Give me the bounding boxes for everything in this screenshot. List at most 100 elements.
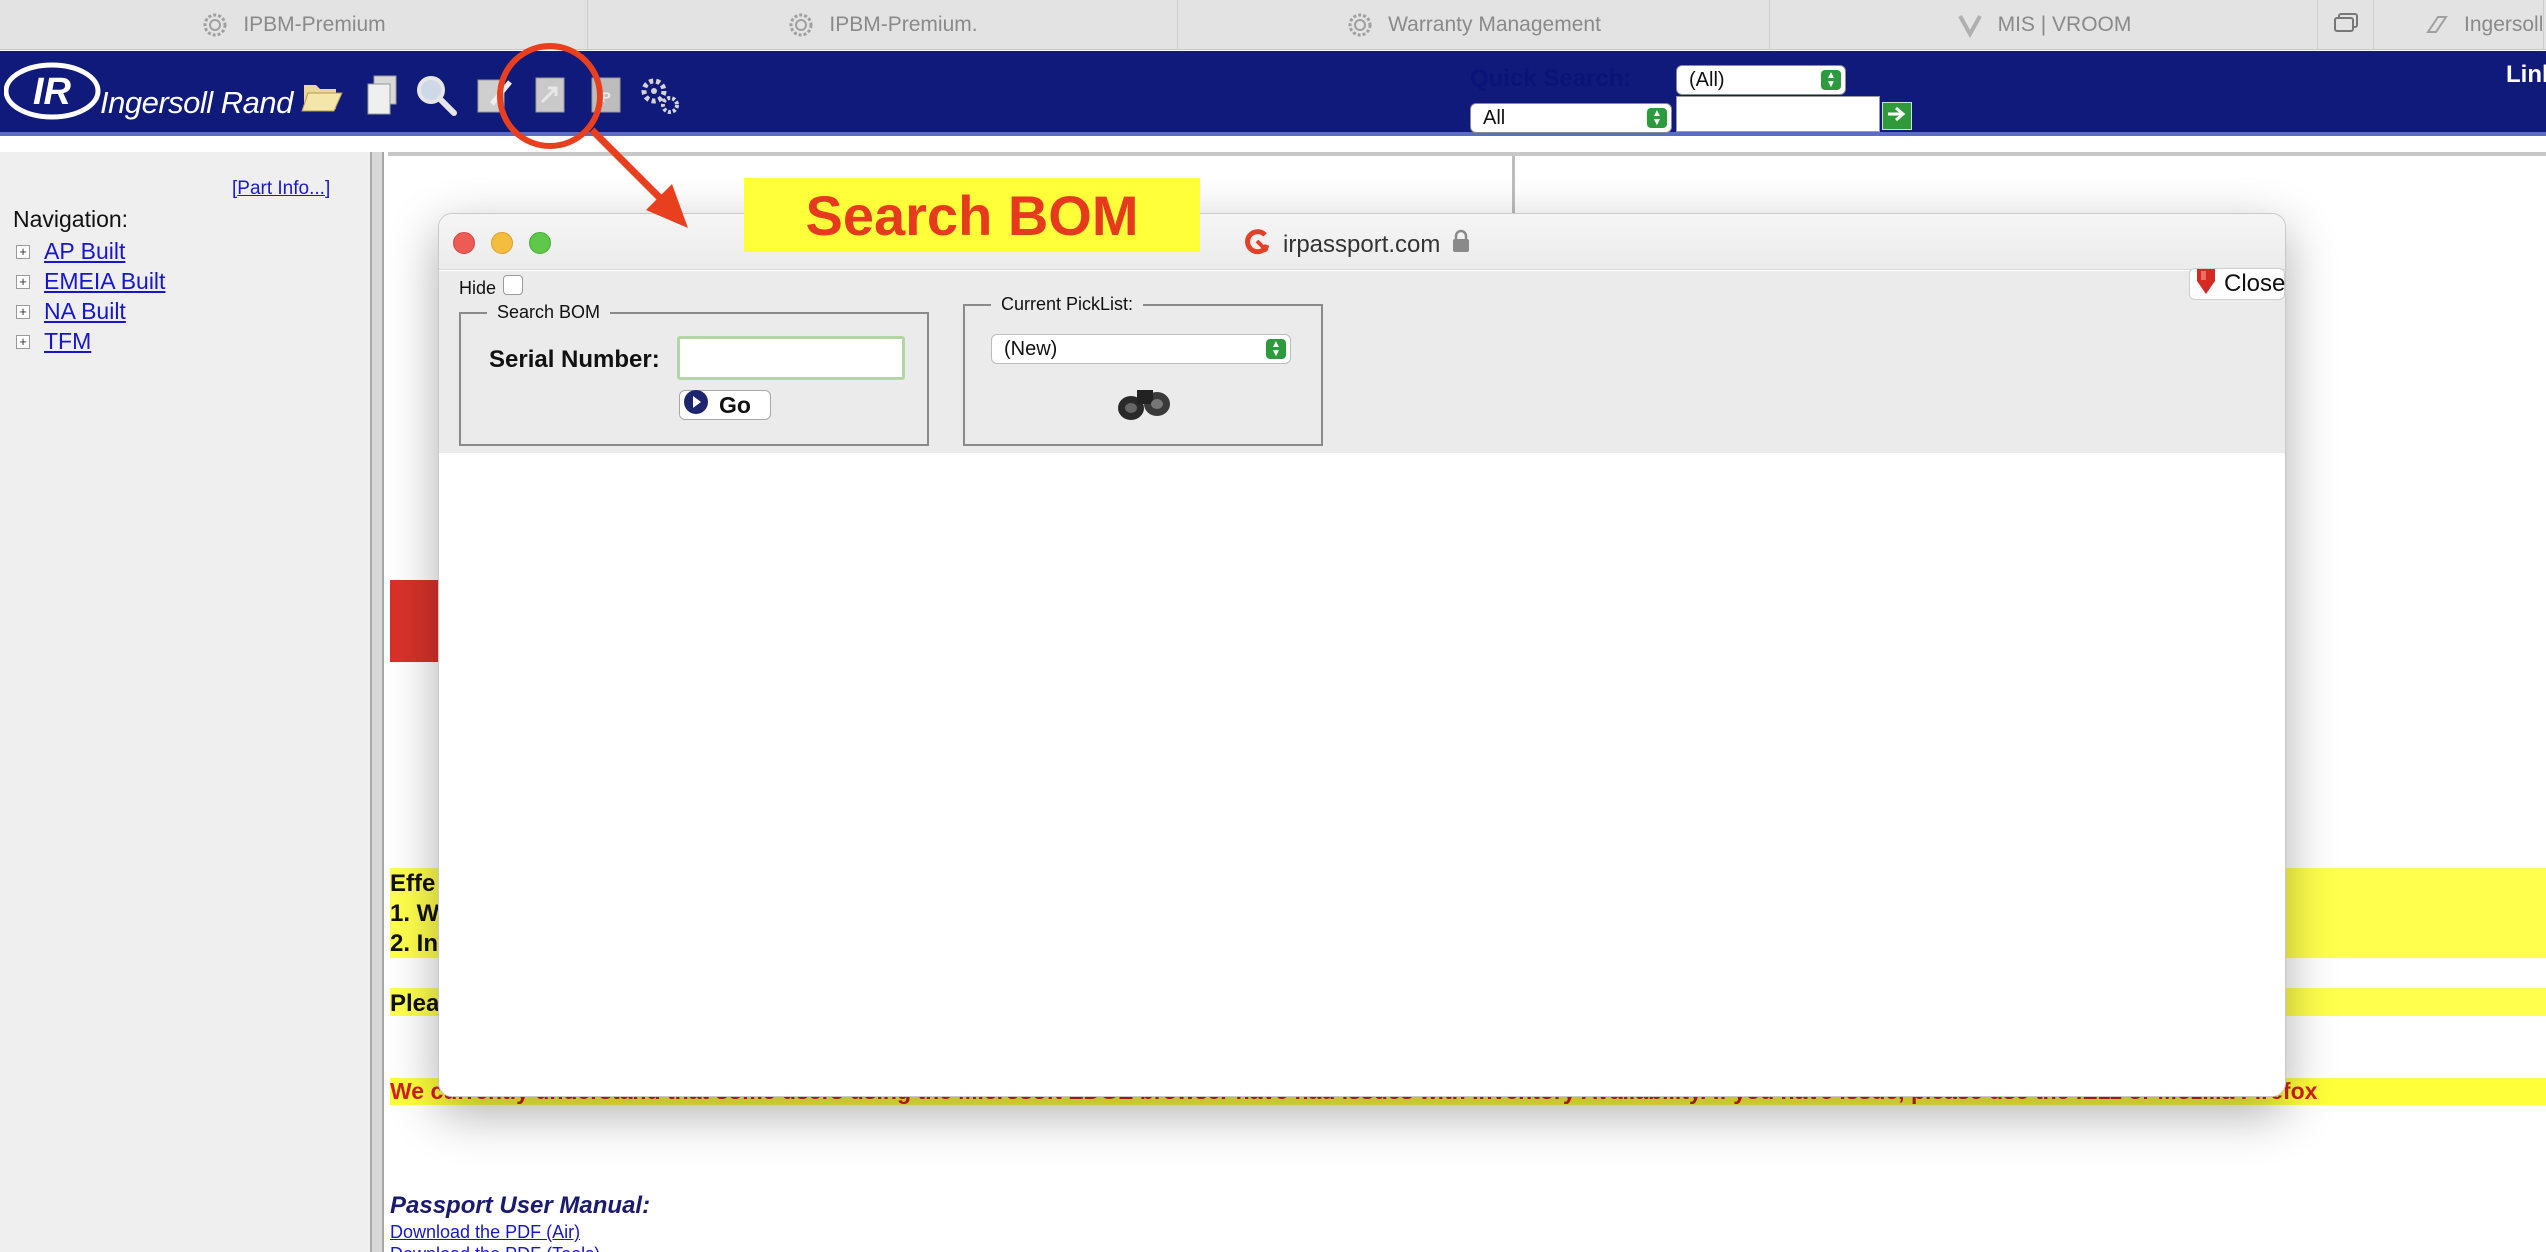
- pdf-tool-button[interactable]: P: [584, 75, 628, 119]
- manual-download-air-link[interactable]: Download the PDF (Air): [390, 1222, 580, 1243]
- nav-item-tfm[interactable]: + TFM: [16, 328, 91, 355]
- quick-search-filter-select[interactable]: (All) ▲ ▼: [1676, 65, 1846, 95]
- select-value: (All): [1689, 69, 1725, 91]
- window-maximize-dot[interactable]: [529, 232, 551, 254]
- expand-plus-icon[interactable]: +: [16, 244, 30, 259]
- nav-item-label[interactable]: AP Built: [44, 238, 125, 265]
- select-value: All: [1483, 107, 1506, 129]
- clipboard-button[interactable]: [360, 75, 404, 119]
- search-tool-button[interactable]: [414, 75, 458, 119]
- ingersoll-logo-icon: [2424, 11, 2450, 39]
- hide-label: Hide: [459, 278, 497, 298]
- site-favicon-icon: [1243, 227, 1271, 262]
- navigation-title: Navigation:: [13, 206, 129, 232]
- go-button[interactable]: Go: [679, 390, 771, 420]
- gears-icon: [638, 73, 682, 122]
- edit-document-button[interactable]: [472, 75, 516, 119]
- hide-checkbox[interactable]: [503, 275, 523, 295]
- popup-titlebar[interactable]: irpassport.com: [439, 214, 2285, 270]
- notice-line: 1. W: [390, 900, 440, 927]
- gear-icon: [1346, 11, 1374, 39]
- sidebar-splitter[interactable]: [370, 152, 384, 1252]
- nav-item-label[interactable]: EMEIA Built: [44, 268, 165, 295]
- binoculars-icon[interactable]: [1113, 376, 1177, 431]
- quick-search-input[interactable]: [1676, 96, 1880, 132]
- close-button[interactable]: Close: [2189, 268, 2285, 300]
- arrow-right-icon: [1886, 105, 1908, 128]
- documents-icon: [362, 74, 402, 121]
- select-arrows-icon: ▲ ▼: [1266, 339, 1286, 359]
- quick-search-scope-select[interactable]: All ▲ ▼: [1470, 103, 1672, 133]
- select-arrows-icon: ▲ ▼: [1821, 70, 1841, 90]
- svg-text:P: P: [601, 89, 610, 105]
- expand-plus-icon[interactable]: +: [16, 274, 30, 289]
- search-bom-callout: Search BOM: [744, 178, 1200, 252]
- tab-stack-icon: [2333, 12, 2359, 39]
- browser-tab-warranty[interactable]: Warranty Management: [1178, 0, 1770, 50]
- play-circle-icon: [683, 389, 709, 421]
- quick-search-label: Quick Search:: [1470, 65, 1632, 92]
- part-info: [Part Info...]: [232, 178, 330, 200]
- gear-icon: [787, 11, 815, 39]
- folder-icon: [300, 75, 344, 120]
- window-close-dot[interactable]: [453, 232, 475, 254]
- current-picklist-fieldset: Current PickList: (New) ▲ ▼: [963, 294, 1323, 446]
- select-arrows-icon: ▲ ▼: [1647, 108, 1667, 128]
- screen: IPBM-Premium IPBM-Premium. Warranty Mana…: [0, 0, 2546, 1252]
- lock-icon: [1452, 229, 1470, 260]
- logo-mark: IR: [33, 71, 72, 113]
- serial-number-input[interactable]: [677, 336, 905, 380]
- quick-search-go-button[interactable]: [1882, 102, 1912, 130]
- content-top-border: [388, 152, 2546, 156]
- logo-wordmark: Ingersoll Rand: [100, 85, 293, 120]
- search-bom-tool-button[interactable]: [528, 75, 572, 119]
- app-header: IR Ingersoll Rand P Quick Search: (All) …: [0, 51, 2546, 136]
- search-bom-fieldset: Search BOM Serial Number: Go: [459, 302, 929, 446]
- part-info-link[interactable]: Part Info...: [237, 178, 325, 199]
- pencil-doc-icon: [474, 74, 514, 121]
- go-label: Go: [719, 391, 751, 418]
- nav-item-label[interactable]: TFM: [44, 328, 91, 355]
- browser-tab-mis-vroom[interactable]: MIS | VROOM: [1770, 0, 2318, 50]
- tab-overview-button[interactable]: [2318, 0, 2374, 50]
- notice-line: Plea: [390, 990, 440, 1017]
- close-label: Close: [2224, 270, 2286, 297]
- browser-tab-bar: IPBM-Premium IPBM-Premium. Warranty Mana…: [0, 0, 2546, 50]
- manual-download-tools-link[interactable]: Download the PDF (Tools): [390, 1244, 600, 1252]
- current-picklist-legend: Current PickList:: [991, 294, 1144, 315]
- notice-line: 2. In: [390, 930, 439, 957]
- pdf-document-icon: P: [586, 74, 626, 121]
- open-folder-button[interactable]: [300, 75, 344, 119]
- vroom-logo-icon: [1956, 11, 1984, 39]
- expand-plus-icon[interactable]: +: [16, 304, 30, 319]
- tab-title: Warranty Management: [1388, 13, 1601, 36]
- select-value: (New): [1004, 338, 1058, 360]
- nav-item-label[interactable]: NA Built: [44, 298, 126, 325]
- search-bom-popup-window: irpassport.com Hide Close Search BOM Ser…: [438, 213, 2286, 1097]
- nav-item-na-built[interactable]: + NA Built: [16, 298, 126, 325]
- tab-title: IPBM-Premium.: [829, 13, 978, 36]
- browser-tab-ingersoll[interactable]: IngersollF: [2374, 0, 2544, 50]
- manual-title: Passport User Manual:: [390, 1192, 651, 1219]
- popup-url: irpassport.com: [1243, 227, 1470, 262]
- gear-icon: [201, 11, 229, 39]
- tab-title: MIS | VROOM: [1997, 13, 2132, 36]
- window-minimize-dot[interactable]: [491, 232, 513, 254]
- tab-title: IPBM-Premium: [243, 13, 386, 36]
- nav-item-ap-built[interactable]: + AP Built: [16, 238, 125, 265]
- browser-tab-ipbm-premium-2[interactable]: IPBM-Premium.: [588, 0, 1178, 50]
- search-bom-legend: Search BOM: [487, 302, 611, 323]
- picklist-select[interactable]: (New) ▲ ▼: [991, 334, 1291, 364]
- browser-tab-ipbm-premium[interactable]: IPBM-Premium: [0, 0, 588, 50]
- serial-number-label: Serial Number:: [489, 346, 660, 373]
- settings-tool-button[interactable]: [638, 75, 682, 119]
- notice-line: Effe: [390, 870, 436, 897]
- content-divider: [1512, 156, 1515, 216]
- nav-item-emeia-built[interactable]: + EMEIA Built: [16, 268, 165, 295]
- header-link[interactable]: Linl: [2506, 61, 2546, 89]
- url-text: irpassport.com: [1283, 230, 1441, 258]
- document-arrow-icon: [530, 74, 570, 121]
- expand-plus-icon[interactable]: +: [16, 334, 30, 349]
- banner-fragment: [390, 580, 438, 662]
- bracket: ]: [324, 178, 331, 199]
